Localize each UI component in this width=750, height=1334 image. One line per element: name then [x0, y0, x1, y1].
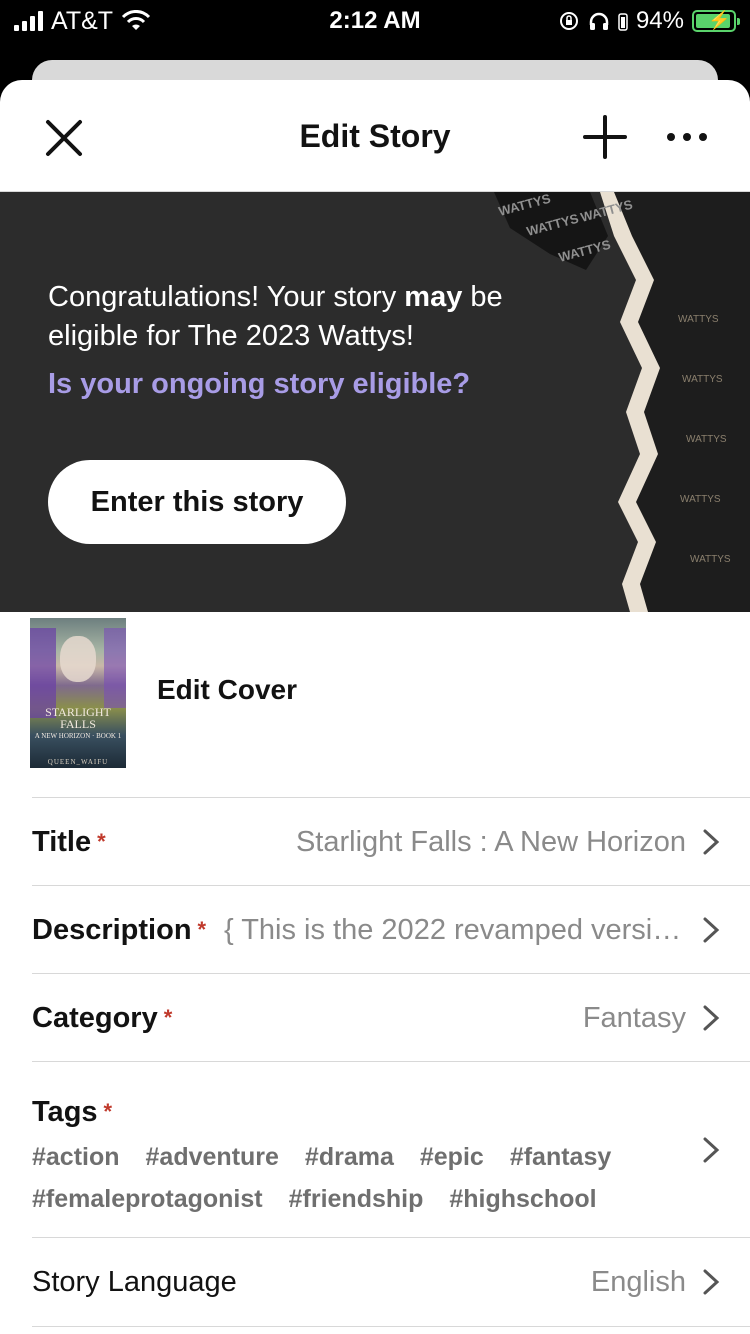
- required-marker: *: [97, 829, 106, 854]
- wattys-banner: WATTYS WATTYS WATTYS WATTYS WATTYS WATTY…: [0, 192, 750, 612]
- tag-adventure[interactable]: #adventure: [146, 1140, 279, 1174]
- description-value: { This is the 2022 revamped version of t…: [224, 914, 686, 946]
- cover-thumbnail[interactable]: STARLIGHT FALLS A NEW HORIZON · BOOK 1 QU…: [30, 618, 126, 768]
- description-label: Description *: [32, 914, 207, 946]
- required-marker: *: [103, 1099, 113, 1124]
- story-language-value: English: [590, 1266, 686, 1298]
- chevron-right-icon: [703, 1269, 720, 1295]
- status-right: 94% ⚡: [558, 6, 740, 36]
- chevron-right-icon: [703, 917, 720, 943]
- wattys-banner-art: WATTYS WATTYS WATTYS WATTYS WATTYS WATTY…: [494, 192, 750, 612]
- tag-list: #action #adventure #drama #epic #fantasy…: [32, 1140, 632, 1216]
- tag-friendship[interactable]: #friendship: [289, 1182, 424, 1216]
- tag-drama[interactable]: #drama: [305, 1140, 394, 1174]
- svg-text:WATTYS: WATTYS: [680, 494, 721, 505]
- more-options-icon[interactable]: [664, 122, 710, 152]
- required-marker: *: [163, 1005, 173, 1030]
- enter-story-button[interactable]: Enter this story: [48, 460, 346, 544]
- tags-label: Tags *: [32, 1096, 113, 1128]
- svg-text:WATTYS: WATTYS: [682, 374, 723, 385]
- chevron-right-icon: [703, 829, 720, 855]
- tags-row[interactable]: Tags * #action #adventure #drama #epic #f…: [32, 1061, 750, 1237]
- tag-fantasy[interactable]: #fantasy: [510, 1140, 611, 1174]
- title-row[interactable]: Title * Starlight Falls : A New Horizon: [32, 797, 750, 885]
- headphone-battery-icon: [618, 13, 628, 31]
- page-title: Edit Story: [299, 118, 451, 154]
- tag-action[interactable]: #action: [32, 1140, 120, 1174]
- edit-cover-label[interactable]: Edit Cover: [157, 674, 297, 706]
- svg-text:WATTYS: WATTYS: [690, 554, 731, 565]
- nav-bar: Edit Story: [0, 80, 750, 192]
- tag-highschool[interactable]: #highschool: [449, 1182, 596, 1216]
- svg-text:WATTYS: WATTYS: [686, 434, 727, 445]
- title-value: Starlight Falls : A New Horizon: [295, 826, 686, 858]
- cover-row[interactable]: STARLIGHT FALLS A NEW HORIZON · BOOK 1 QU…: [0, 612, 750, 798]
- required-marker: *: [197, 917, 207, 942]
- battery-charging-icon: ⚡: [692, 10, 740, 32]
- category-value: Fantasy: [582, 1002, 686, 1034]
- edit-story-sheet: Edit Story WATTYS WATTYS WATTYS WATTYS W…: [0, 80, 750, 1334]
- tag-epic[interactable]: #epic: [420, 1140, 484, 1174]
- add-icon[interactable]: [580, 112, 630, 162]
- description-row[interactable]: Description * { This is the 2022 revamped…: [32, 885, 750, 973]
- story-language-row[interactable]: Story Language English: [32, 1237, 750, 1327]
- headphones-icon: [589, 12, 609, 30]
- battery-percentage: 94%: [635, 7, 684, 34]
- category-row[interactable]: Category * Fantasy: [32, 973, 750, 1061]
- story-language-label: Story Language: [32, 1266, 237, 1298]
- tag-femaleprotagonist[interactable]: #femaleprotagonist: [32, 1182, 263, 1216]
- status-bar: AT&T 2:12 AM 94% ⚡: [0, 0, 750, 44]
- title-label: Title *: [32, 826, 106, 858]
- eligibility-link[interactable]: Is your ongoing story eligible?: [48, 368, 470, 401]
- orientation-lock-icon: [559, 12, 578, 30]
- chevron-right-icon: [703, 1137, 720, 1163]
- chevron-right-icon: [703, 1005, 720, 1031]
- category-label: Category *: [32, 1002, 173, 1034]
- svg-text:WATTYS: WATTYS: [678, 314, 719, 325]
- eligibility-message: Congratulations! Your story may be eligi…: [48, 281, 503, 352]
